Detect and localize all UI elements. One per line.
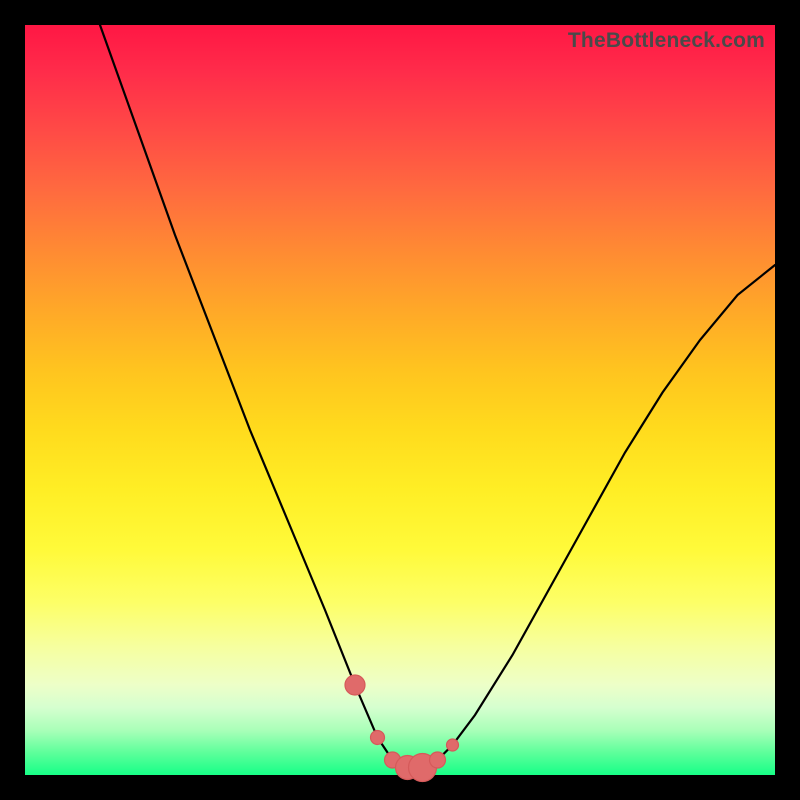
marker-group (345, 675, 459, 782)
marker-point (430, 752, 446, 768)
plot-area: TheBottleneck.com (25, 25, 775, 775)
marker-point (345, 675, 365, 695)
chart-frame: TheBottleneck.com (0, 0, 800, 800)
curve-layer (25, 25, 775, 775)
marker-point (371, 731, 385, 745)
marker-point (447, 739, 459, 751)
bottleneck-curve (100, 25, 775, 768)
